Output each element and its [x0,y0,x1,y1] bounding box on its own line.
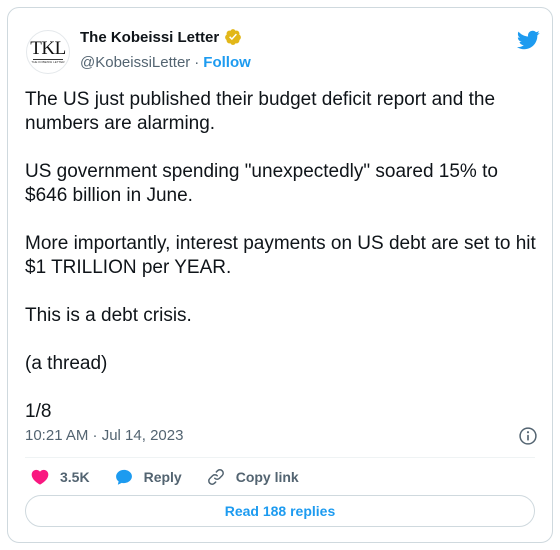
display-name[interactable]: The Kobeissi Letter [80,29,219,46]
like-count: 3.5K [60,469,90,485]
separator-dot: · [194,54,200,71]
read-replies-button[interactable]: Read 188 replies [25,495,535,527]
reply-button[interactable]: Reply [114,467,182,487]
twitter-bird-icon[interactable] [516,28,540,52]
info-icon[interactable] [518,426,538,446]
copy-link-label: Copy link [235,469,299,485]
verified-badge-icon [225,29,242,45]
tweet-paragraph: This is a debt crisis. [25,305,192,326]
divider [25,457,535,458]
tweet-paragraph: (a thread) [25,353,108,374]
author-name-row: The Kobeissi Letter [80,26,242,48]
like-button[interactable]: 3.5K [30,467,90,487]
tweet-paragraph: US government spending "unexpectedly" so… [25,161,498,206]
copy-link-button[interactable]: Copy link [206,467,299,487]
avatar[interactable]: TKL THE KOBEISSI LETTER [26,30,70,74]
tweet-text: The US just published their budget defic… [25,88,537,424]
tweet-paragraph: 1/8 [25,401,52,422]
tweet-paragraph: More importantly, interest payments on U… [25,233,536,278]
tweet-card: TKL THE KOBEISSI LETTER The Kobeissi Let… [7,7,553,543]
avatar-monogram: TKL [30,38,66,59]
avatar-tagline: THE KOBEISSI LETTER [31,60,65,64]
handle-row: @KobeissiLetter · Follow [80,54,251,71]
link-icon [207,469,224,485]
speech-bubble-icon [115,469,132,485]
heart-icon [31,469,49,485]
handle[interactable]: @KobeissiLetter [80,54,190,71]
tweet-timestamp[interactable]: 10:21 AM · Jul 14, 2023 [25,427,183,444]
action-bar: 3.5K Reply Copy link [30,463,323,491]
tweet-paragraph: The US just published their budget defic… [25,89,496,134]
follow-button[interactable]: Follow [203,54,251,71]
reply-label: Reply [143,469,182,485]
